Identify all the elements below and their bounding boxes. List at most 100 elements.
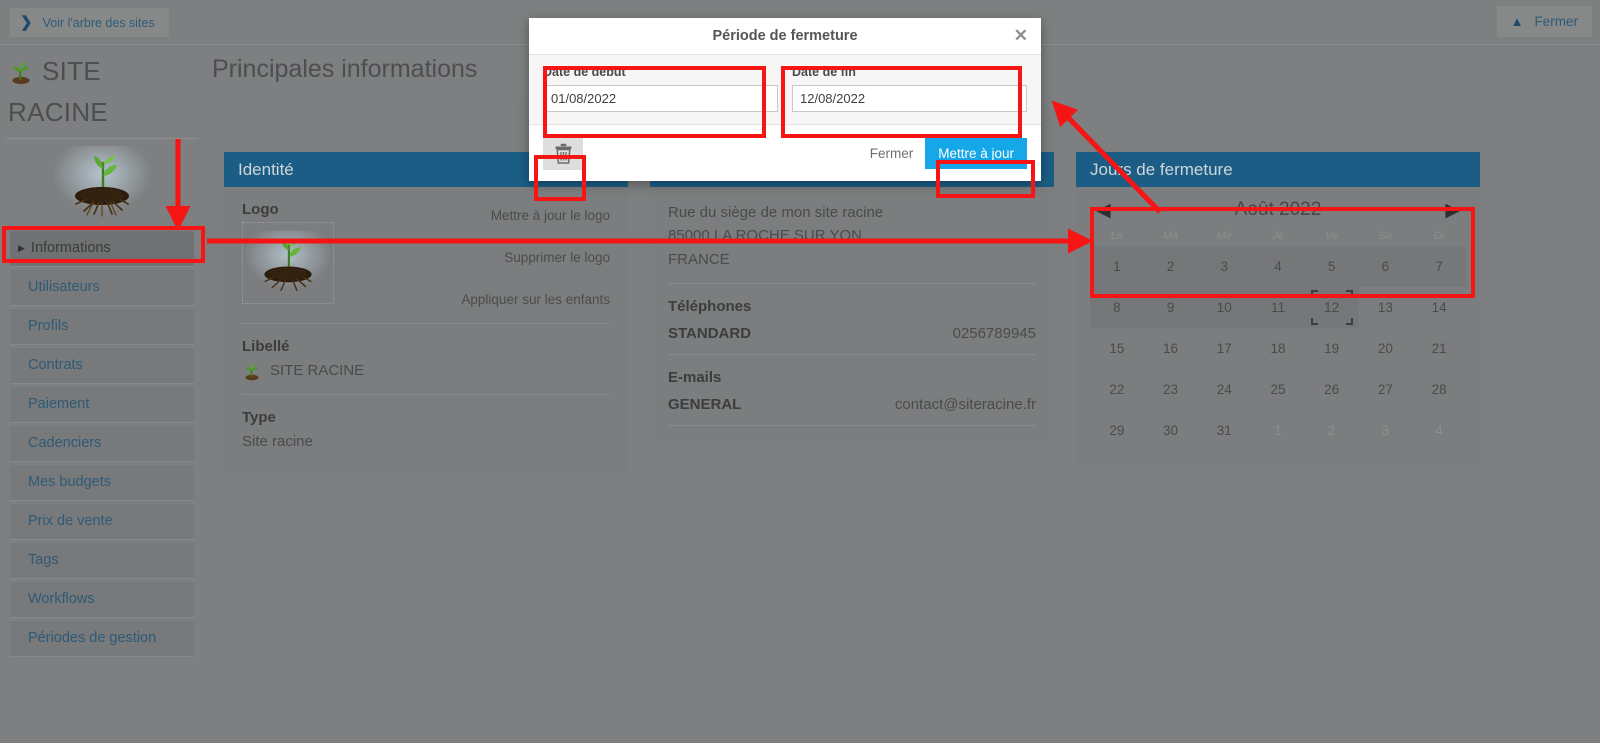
weekday-label: Me (1216, 230, 1232, 242)
divider (668, 424, 1036, 426)
sidebar-item-periodes-de-gestion[interactable]: Périodes de gestion (10, 620, 194, 657)
calendar-week-row: 1 2 3 4 5 6 7 (1090, 246, 1466, 287)
closure-calendar: ◀ Août 2022 ▶ Lu Ma Me Je Ve Sa Di 1 2 3… (1076, 187, 1480, 467)
sidebar-item-contrats[interactable]: Contrats (10, 347, 194, 384)
phone-value: 0256789945 (952, 324, 1036, 342)
phones-label: Téléphones (668, 297, 752, 315)
calendar-day[interactable]: 1 (1090, 246, 1144, 287)
calendar-day[interactable]: 13 (1359, 287, 1413, 328)
dialog-body: Date de début Date de fin (529, 55, 1041, 125)
calendar-day[interactable]: 23 (1144, 369, 1198, 410)
calendar-day[interactable]: 31 (1197, 410, 1251, 451)
chevron-up-icon: ▲ (1510, 14, 1524, 29)
sidebar-item-informations[interactable]: ▶ Informations (10, 230, 194, 267)
sidebar-site-name-line1: SITE (42, 56, 101, 86)
email-row: GENERAL contact@siteracine.fr (668, 396, 1036, 413)
calendar-week-row: 22 23 24 25 26 27 28 (1090, 369, 1466, 410)
emails-field: E-mails GENERAL contact@siteracine.fr (668, 355, 1036, 413)
calendar-day-outside[interactable]: 1 (1251, 410, 1305, 451)
email-key: GENERAL (668, 395, 742, 413)
calendar-day-selected[interactable]: 12 (1304, 287, 1359, 328)
sidebar-item-cadenciers[interactable]: Cadenciers (10, 425, 194, 462)
calendar-day-outside[interactable]: 2 (1305, 410, 1359, 451)
sidebar-item-label: Paiement (28, 396, 90, 413)
dialog-cancel-button[interactable]: Fermer (870, 146, 914, 161)
calendar-day[interactable]: 8 (1090, 287, 1144, 328)
calendar-day[interactable]: 7 (1412, 246, 1466, 287)
sidebar-item-mes-budgets[interactable]: Mes budgets (10, 464, 194, 501)
weekday-label: Ve (1325, 230, 1339, 242)
caret-right-icon: ▶ (18, 242, 25, 253)
type-field: Type Site racine (242, 395, 610, 471)
calendar-day[interactable]: 30 (1144, 410, 1198, 451)
calendar-day[interactable]: 17 (1197, 328, 1251, 369)
email-value: contact@siteracine.fr (894, 395, 1036, 413)
calendar-day[interactable]: 9 (1143, 287, 1198, 328)
calendar-day[interactable]: 11 (1251, 287, 1305, 328)
collapse-header-label: Fermer (1534, 14, 1579, 29)
sidebar-item-paiement[interactable]: Paiement (10, 386, 194, 423)
calendar-day[interactable]: 2 (1143, 246, 1198, 287)
apply-to-children-link[interactable]: Appliquer sur les enfants (362, 287, 610, 311)
calendar-day[interactable]: 4 (1251, 246, 1305, 287)
start-date-label: Date de début (543, 65, 626, 79)
calendar-day[interactable]: 26 (1305, 369, 1359, 410)
calendar-day[interactable]: 10 (1197, 287, 1252, 328)
calendar-day[interactable]: 24 (1197, 369, 1251, 410)
calendar-day[interactable]: 6 (1358, 246, 1413, 287)
trash-icon (555, 143, 571, 164)
logo-field: Logo Mettre à jour le logo Supprimer le … (242, 187, 610, 311)
card-identite-title: Identité (238, 159, 294, 179)
calendar-day[interactable]: 22 (1090, 369, 1144, 410)
start-date-input[interactable] (543, 85, 778, 112)
dialog-header: Période de fermeture ✕ (529, 18, 1041, 55)
calendar-day[interactable]: 21 (1412, 328, 1466, 369)
calendar-day[interactable]: 3 (1197, 246, 1252, 287)
delete-period-button[interactable] (543, 136, 583, 170)
calendar-grid: Lu Ma Me Je Ve Sa Di 1 2 3 4 5 6 7 8 9 1… (1090, 229, 1466, 451)
calendar-day[interactable]: 18 (1251, 328, 1305, 369)
sidebar-item-tags[interactable]: Tags (10, 542, 194, 579)
triangle-left-icon[interactable]: ◀ (1096, 201, 1111, 220)
calendar-day[interactable]: 15 (1090, 328, 1144, 369)
calendar-day[interactable]: 5 (1304, 246, 1359, 287)
address-line-3: FRANCE (668, 250, 730, 268)
logo-thumbnail[interactable] (242, 222, 334, 304)
sidebar-item-prix-de-vente[interactable]: Prix de vente (10, 503, 194, 540)
card-adresse-body: Rue du siège de mon site racine 85000 LA… (650, 187, 1054, 426)
calendar-day[interactable]: 29 (1090, 410, 1144, 451)
logo-label: Logo (242, 201, 279, 218)
calendar-day[interactable]: 20 (1359, 328, 1413, 369)
type-value: Site racine (242, 433, 313, 451)
calendar-day-outside[interactable]: 4 (1412, 410, 1466, 451)
triangle-right-icon[interactable]: ▶ (1445, 201, 1460, 220)
calendar-day[interactable]: 27 (1359, 369, 1413, 410)
delete-logo-link[interactable]: Supprimer le logo (362, 245, 610, 287)
calendar-day[interactable]: 14 (1412, 287, 1466, 328)
sidebar-item-workflows[interactable]: Workflows (10, 581, 194, 618)
address-field: Rue du siège de mon site racine 85000 LA… (668, 187, 1036, 271)
calendar-day[interactable]: 19 (1305, 328, 1359, 369)
calendar-header: ◀ Août 2022 ▶ (1090, 197, 1466, 229)
calendar-day[interactable]: 25 (1251, 369, 1305, 410)
calendar-week-row: 29 30 31 1 2 3 4 (1090, 410, 1466, 451)
sidebar-item-profils[interactable]: Profils (10, 308, 194, 345)
periode-de-fermeture-dialog: Période de fermeture ✕ Date de début Dat… (529, 18, 1041, 181)
sidebar-item-label: Périodes de gestion (28, 630, 157, 647)
calendar-month-label: Août 2022 (1234, 199, 1322, 220)
calendar-week-row: 15 16 17 18 19 20 21 (1090, 328, 1466, 369)
calendar-day-outside[interactable]: 3 (1359, 410, 1413, 451)
phone-key: STANDARD (668, 324, 752, 342)
calendar-day[interactable]: 16 (1144, 328, 1198, 369)
weekday-label: Je (1272, 230, 1284, 242)
sidebar-item-label: Mes budgets (28, 474, 112, 491)
view-site-tree-button[interactable]: ❯ Voir l'arbre des sites (10, 8, 169, 37)
update-logo-link[interactable]: Mettre à jour le logo (362, 203, 610, 245)
end-date-input[interactable] (792, 85, 1027, 112)
calendar-day[interactable]: 28 (1412, 369, 1466, 410)
collapse-header-button[interactable]: ▲ Fermer (1496, 6, 1592, 37)
sidebar-item-utilisateurs[interactable]: Utilisateurs (10, 269, 194, 306)
dialog-submit-button[interactable]: Mettre à jour (925, 137, 1027, 169)
close-x-icon[interactable]: ✕ (1014, 27, 1028, 44)
start-date-group: Date de début (543, 65, 778, 112)
